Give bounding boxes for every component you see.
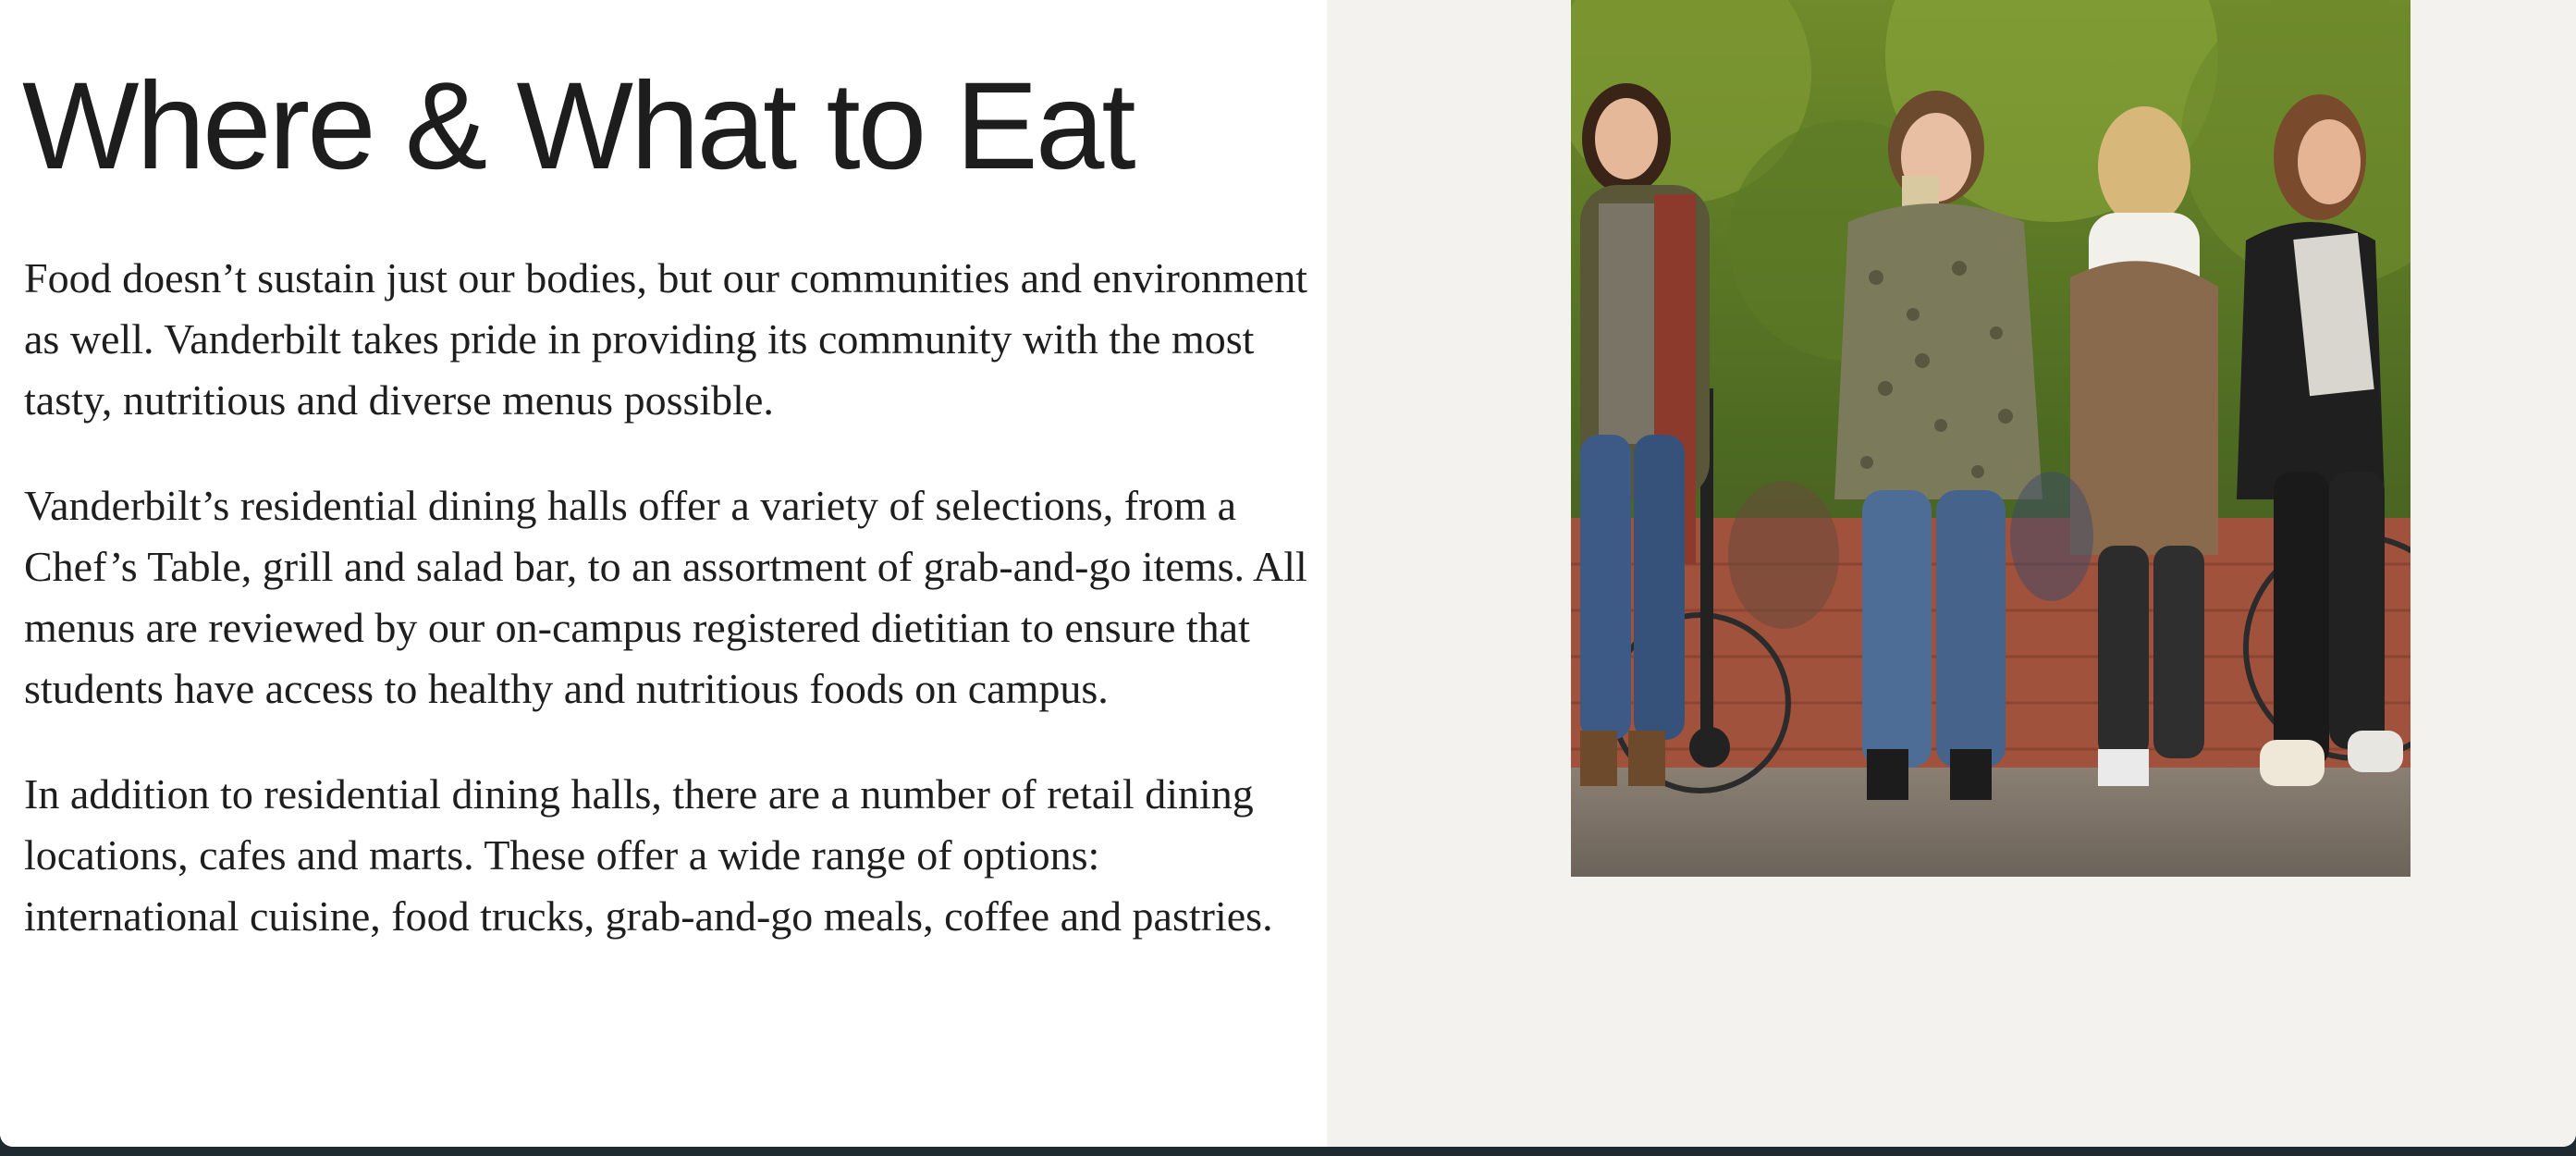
content-column: Where & What to Eat Food doesn’t sustain… [0,0,1327,1147]
article-body: Food doesn’t sustain just our bodies, bu… [24,248,1319,947]
paragraph-retail-dining: In addition to residential dining halls,… [24,770,1273,940]
campus-photo [1571,0,2410,877]
page: Where & What to Eat Food doesn’t sustain… [0,0,2576,1147]
page-title: Where & What to Eat [22,57,1136,195]
paragraph-intro: Food doesn’t sustain just our bodies, bu… [24,254,1307,424]
paragraph-dining-halls: Vanderbilt’s residential dining halls of… [24,482,1307,712]
window-bottom-edge [0,1147,2576,1156]
